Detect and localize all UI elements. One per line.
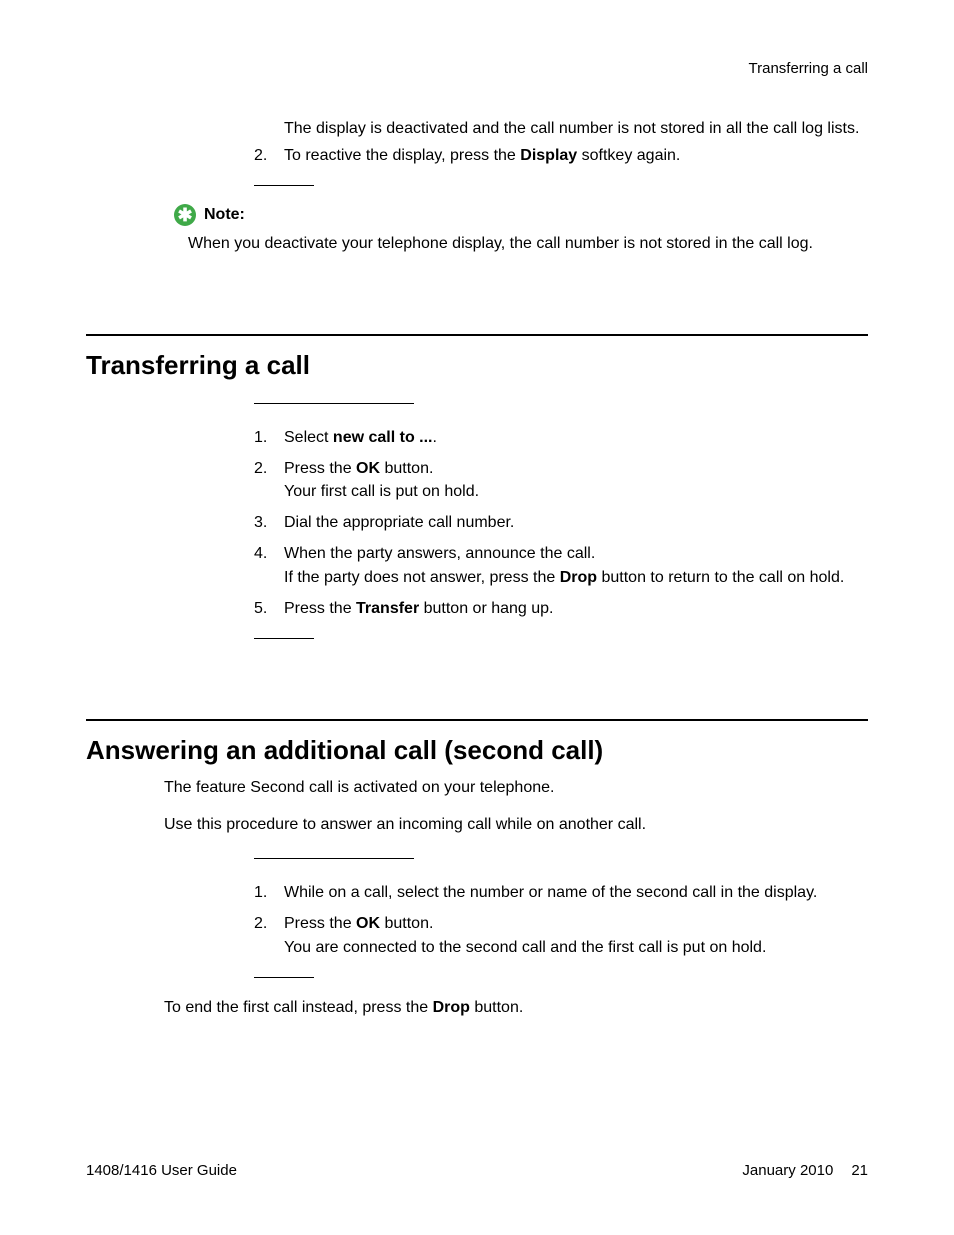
top-ordered-list: To reactive the display, press the Displ… [254, 144, 868, 167]
section1-steps-block: Select new call to .... Press the OK but… [254, 403, 868, 639]
end-paragraph: To end the first call instead, press the… [164, 996, 868, 1019]
note-text: When you deactivate your telephone displ… [188, 232, 868, 255]
step-text-line1: When the party answers, announce the cal… [284, 545, 595, 562]
step-text-line2: You are connected to the second call and… [284, 939, 766, 956]
step-text-bold: Display [520, 147, 577, 164]
medium-rule [254, 858, 414, 859]
list-item: While on a call, select the number or na… [254, 881, 868, 904]
continuation-text: The display is deactivated and the call … [254, 117, 868, 140]
note-block: ✱ Note: When you deactivate your telepho… [174, 204, 868, 255]
note-label: Note: [204, 206, 245, 224]
step-text-bold: OK [356, 460, 380, 477]
step-text-pre: Press the [284, 460, 356, 477]
end-text-bold: Drop [433, 999, 470, 1016]
section-divider [86, 719, 868, 721]
footer-left: 1408/1416 User Guide [86, 1162, 237, 1179]
step-text-line2: Your first call is put on hold. [284, 483, 479, 500]
short-rule [254, 638, 314, 639]
note-head: ✱ Note: [174, 204, 868, 226]
list-item: When the party answers, announce the cal… [254, 542, 868, 588]
step-text-post: . [433, 429, 437, 446]
list-item: To reactive the display, press the Displ… [254, 144, 868, 167]
section-divider [86, 334, 868, 336]
step-text-post: button. [380, 915, 433, 932]
short-rule [254, 977, 314, 978]
page-footer: 1408/1416 User Guide January 2010 21 [86, 1162, 868, 1179]
section2-ordered-list: While on a call, select the number or na… [254, 881, 868, 959]
list-item: Press the OK button. You are connected t… [254, 912, 868, 958]
list-item: Select new call to .... [254, 426, 868, 449]
section-title-transferring: Transferring a call [86, 350, 868, 381]
end-text-post: button. [470, 999, 523, 1016]
section2-steps-block: While on a call, select the number or na… [254, 858, 868, 978]
short-rule [254, 185, 314, 186]
page-header-breadcrumb: Transferring a call [86, 60, 868, 77]
note-icon: ✱ [174, 204, 196, 226]
step-text-post: button. [380, 460, 433, 477]
intro-paragraph-2: Use this procedure to answer an incoming… [164, 813, 868, 836]
step-text-bold: new call to ... [333, 429, 433, 446]
step-text-post: button or hang up. [419, 600, 553, 617]
top-continuation-block: The display is deactivated and the call … [254, 117, 868, 186]
step-text-pre: If the party does not answer, press the [284, 569, 560, 586]
step-text-bold: Drop [560, 569, 597, 586]
footer-page-number: 21 [851, 1162, 868, 1179]
step-text-pre: Select [284, 429, 333, 446]
step-text-post: softkey again. [577, 147, 680, 164]
step-text-bold: Transfer [356, 600, 419, 617]
section-title-answering: Answering an additional call (second cal… [86, 735, 868, 766]
step-text-pre: Press the [284, 915, 356, 932]
medium-rule [254, 403, 414, 404]
footer-date: January 2010 [742, 1162, 833, 1179]
step-text-post: button to return to the call on hold. [597, 569, 844, 586]
step-text-pre: Press the [284, 600, 356, 617]
list-item: Press the OK button. Your first call is … [254, 457, 868, 503]
step-text-bold: OK [356, 915, 380, 932]
intro-paragraph-1: The feature Second call is activated on … [164, 776, 868, 799]
section1-ordered-list: Select new call to .... Press the OK but… [254, 426, 868, 620]
step-text-pre: To reactive the display, press the [284, 147, 520, 164]
list-item: Press the Transfer button or hang up. [254, 597, 868, 620]
list-item: Dial the appropriate call number. [254, 511, 868, 534]
end-text-pre: To end the first call instead, press the [164, 999, 433, 1016]
